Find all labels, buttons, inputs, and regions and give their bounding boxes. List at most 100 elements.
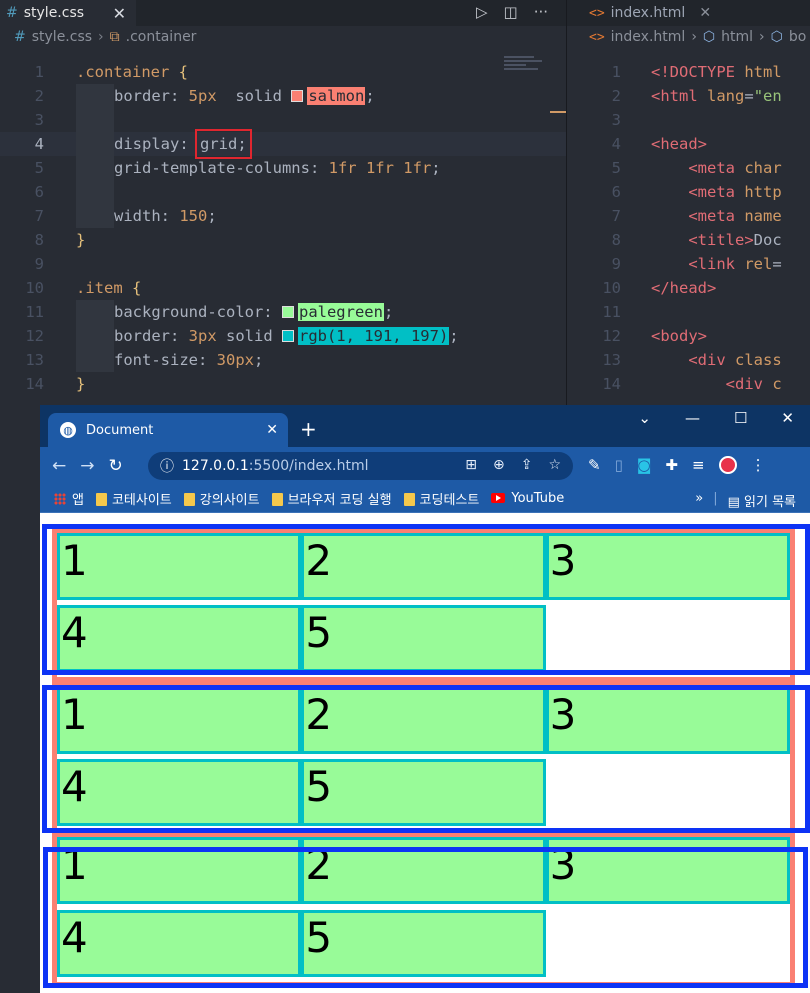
bookmark-apps[interactable]: 앱 [54, 489, 84, 508]
code-line[interactable]: 3 [0, 108, 566, 132]
close-icon[interactable]: ✕ [266, 422, 278, 438]
code-line[interactable]: 7 width: 150; [0, 204, 566, 228]
breadcrumb-file[interactable]: style.css [32, 29, 92, 45]
code-line[interactable]: 14 <div c [567, 372, 810, 396]
tab-style-css[interactable]: # style.css ✕ [0, 0, 136, 26]
code-line[interactable]: 12 border: 3px solid rgb(1, 191, 197); [0, 324, 566, 348]
line-number: 11 [25, 303, 44, 321]
line-number: 3 [611, 111, 621, 129]
translate-icon[interactable]: ⊞ [465, 457, 477, 473]
close-icon[interactable]: ✕ [113, 4, 126, 23]
browser-title-bar: ◍ Document ✕ + ⌄ — ☐ ✕ [40, 405, 810, 447]
code-line[interactable]: 14} [0, 372, 566, 396]
bookmark-folder[interactable]: 코딩테스트 [403, 489, 480, 508]
line-number: 7 [34, 207, 44, 225]
code-line[interactable]: 10 .item { [0, 276, 566, 300]
minimize-icon[interactable]: — [685, 409, 700, 427]
bookmark-extension-icon[interactable]: ▯ [615, 456, 623, 474]
profile-avatar[interactable] [718, 456, 737, 474]
code-line[interactable]: 5 <meta char [567, 156, 810, 180]
bookmark-folder[interactable]: 코테사이트 [95, 489, 172, 508]
code-line[interactable]: 6 <meta http [567, 180, 810, 204]
code-line[interactable]: 2 <html lang="en [567, 84, 810, 108]
bookmark-folder[interactable]: 강의사이트 [183, 489, 260, 508]
code-line[interactable]: 4 display: grid; [0, 129, 566, 159]
code-line[interactable]: 11 background-color: palegreen; [0, 300, 566, 324]
code-line[interactable]: 2 border: 5px solid salmon; [0, 84, 566, 108]
tab-label: style.css [23, 5, 85, 21]
chevron-double-right-icon[interactable]: » [695, 491, 703, 510]
element-icon: ⬡ [702, 29, 716, 45]
code-text: } [76, 231, 86, 249]
line-number: 7 [611, 207, 621, 225]
menu-icon[interactable]: ⋮ [751, 456, 766, 474]
breadcrumb-selector[interactable]: .container [126, 29, 197, 45]
highlight-box [43, 847, 808, 988]
code-line[interactable]: 8} [0, 228, 566, 252]
divider: | [713, 491, 718, 506]
extensions-area: ✎ ▯ ◙ ✚ ≡ ⋮ [588, 456, 766, 474]
reload-icon[interactable]: ↻ [109, 456, 123, 476]
share-icon[interactable]: ⇪ [521, 457, 533, 473]
close-window-icon[interactable]: ✕ [781, 409, 794, 427]
new-tab-icon[interactable]: + [300, 417, 317, 441]
address-bar-actions: ⊞ ⊕ ⇪ ☆ [465, 457, 561, 473]
code-line[interactable]: 9 <link rel= [567, 252, 810, 276]
media-icon[interactable]: ≡ [692, 456, 705, 474]
code-line[interactable]: 11 [567, 300, 810, 324]
code-area[interactable]: 1 .container {2 border: 5px solid salmon; 3… [0, 60, 566, 396]
maximize-icon[interactable]: ☐ [734, 409, 747, 427]
close-icon[interactable]: ✕ [699, 5, 711, 21]
code-line[interactable]: 10 </head> [567, 276, 810, 300]
line-number: 12 [25, 327, 44, 345]
color-extension-icon[interactable]: ◙ [637, 456, 652, 474]
browser-tab-title: Document [86, 422, 154, 438]
code-text: width: 150; [76, 204, 217, 228]
code-line[interactable]: 1 <!DOCTYPE html [567, 60, 810, 84]
editor-actions: ▷ ◫ ··· [476, 3, 548, 21]
folder-icon [95, 493, 107, 506]
code-line[interactable]: 3 [567, 108, 810, 132]
tab-index-html[interactable]: <> index.html ✕ [567, 0, 810, 26]
run-icon[interactable]: ▷ [476, 3, 488, 21]
code-text: <!DOCTYPE html [651, 63, 782, 81]
breadcrumb-node-body[interactable]: bo [789, 29, 806, 45]
code-text: border: 3px solid rgb(1, 191, 197); [76, 324, 459, 348]
chevron-right-icon: › [759, 29, 765, 45]
more-icon[interactable]: ··· [534, 3, 548, 21]
reading-list[interactable]: ▤ 읽기 목록 [728, 491, 796, 510]
reading-list-label: 읽기 목록 [744, 495, 796, 510]
code-area[interactable]: 1 <!DOCTYPE html 2 <html lang="en 3 4 <head> 5 … [567, 60, 810, 396]
code-line[interactable]: 5 grid-template-columns: 1fr 1fr 1fr; [0, 156, 566, 180]
code-line[interactable]: 6 [0, 180, 566, 204]
bookmark-youtube[interactable]: YouTube [491, 491, 564, 506]
browser-tab[interactable]: ◍ Document ✕ [48, 413, 288, 447]
puzzle-icon[interactable]: ✚ [665, 456, 678, 474]
code-line[interactable]: 13 font-size: 30px; [0, 348, 566, 372]
code-line[interactable]: 7 <meta name [567, 204, 810, 228]
forward-icon[interactable]: → [80, 456, 94, 476]
code-line[interactable]: 1 .container { [0, 60, 566, 84]
line-number: 13 [602, 351, 621, 369]
code-line[interactable]: 13 <div class [567, 348, 810, 372]
bookmark-label: 코딩테스트 [419, 493, 480, 508]
folder-icon [403, 493, 415, 506]
code-line[interactable]: 8 <title>Doc [567, 228, 810, 252]
code-line[interactable]: 12 <body> [567, 324, 810, 348]
code-line[interactable]: 4 <head> [567, 132, 810, 156]
breadcrumb-file[interactable]: index.html [611, 29, 686, 45]
pen-extension-icon[interactable]: ✎ [588, 456, 601, 474]
address-bar[interactable]: ⓘ 127.0.0.1:5500/index.html ⊞ ⊕ ⇪ ☆ [148, 452, 573, 480]
star-icon[interactable]: ☆ [548, 457, 561, 473]
zoom-icon[interactable]: ⊕ [493, 457, 505, 473]
breadcrumb-node-html[interactable]: html [721, 29, 753, 45]
chevron-down-icon[interactable]: ⌄ [638, 409, 651, 427]
line-number: 14 [25, 375, 44, 393]
back-icon[interactable]: ← [52, 456, 66, 476]
bookmark-folder[interactable]: 브라우저 코딩 실행 [271, 489, 392, 508]
code-line[interactable]: 9 [0, 252, 566, 276]
code-text: .container { [76, 63, 189, 81]
line-number: 2 [34, 87, 44, 105]
info-icon[interactable]: ⓘ [160, 456, 174, 476]
split-editor-icon[interactable]: ◫ [504, 3, 518, 21]
